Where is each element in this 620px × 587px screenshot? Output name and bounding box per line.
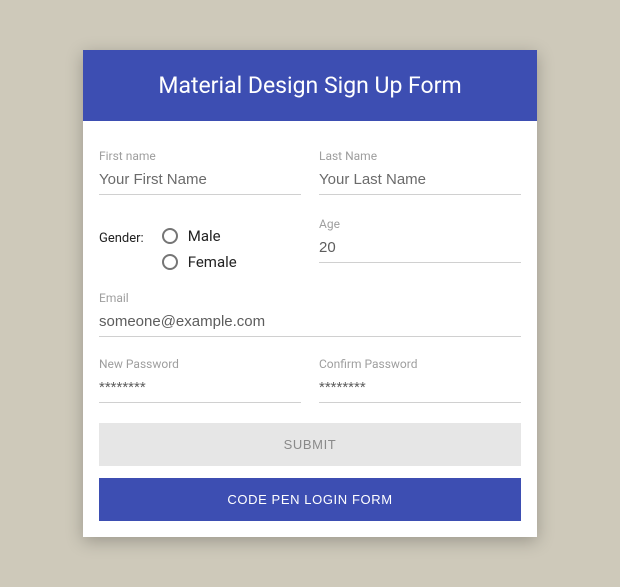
last-name-field-wrap: Last Name [319, 149, 521, 195]
radio-icon [162, 254, 178, 270]
gender-female-text: Female [188, 253, 237, 271]
submit-button[interactable]: SUBMIT [99, 423, 521, 466]
row-gender-age: Gender: Male Female Age [99, 215, 521, 271]
row-name: First name Last Name [99, 149, 521, 195]
card-header: Material Design Sign Up Form [83, 50, 537, 121]
last-name-field[interactable] [319, 167, 521, 195]
radio-icon [162, 228, 178, 244]
confirm-password-field-wrap: Confirm Password [319, 357, 521, 403]
last-name-label: Last Name [319, 149, 521, 163]
confirm-password-label: Confirm Password [319, 357, 521, 371]
email-label: Email [99, 291, 521, 305]
age-field-wrap: Age [319, 215, 521, 263]
first-name-field[interactable] [99, 167, 301, 195]
gender-radio-male[interactable]: Male [162, 227, 237, 245]
gender-male-text: Male [188, 227, 221, 245]
signup-card: Material Design Sign Up Form First name … [83, 50, 537, 537]
first-name-field-wrap: First name [99, 149, 301, 195]
gender-radio-group: Male Female [162, 227, 237, 271]
row-email: Email [99, 291, 521, 337]
new-password-field[interactable] [99, 375, 301, 403]
first-name-label: First name [99, 149, 301, 163]
card-body: First name Last Name Gender: Male F [83, 121, 537, 537]
new-password-label: New Password [99, 357, 301, 371]
codepen-login-button[interactable]: CODE PEN LOGIN FORM [99, 478, 521, 521]
email-field[interactable] [99, 309, 521, 337]
row-passwords: New Password Confirm Password [99, 357, 521, 403]
confirm-password-field[interactable] [319, 375, 521, 403]
gender-radio-female[interactable]: Female [162, 253, 237, 271]
card-title: Material Design Sign Up Form [158, 72, 461, 99]
new-password-field-wrap: New Password [99, 357, 301, 403]
email-field-wrap: Email [99, 291, 521, 337]
age-label: Age [319, 217, 521, 231]
age-field[interactable] [319, 235, 521, 263]
gender-label: Gender: [99, 227, 144, 246]
gender-group: Gender: Male Female [99, 215, 301, 271]
